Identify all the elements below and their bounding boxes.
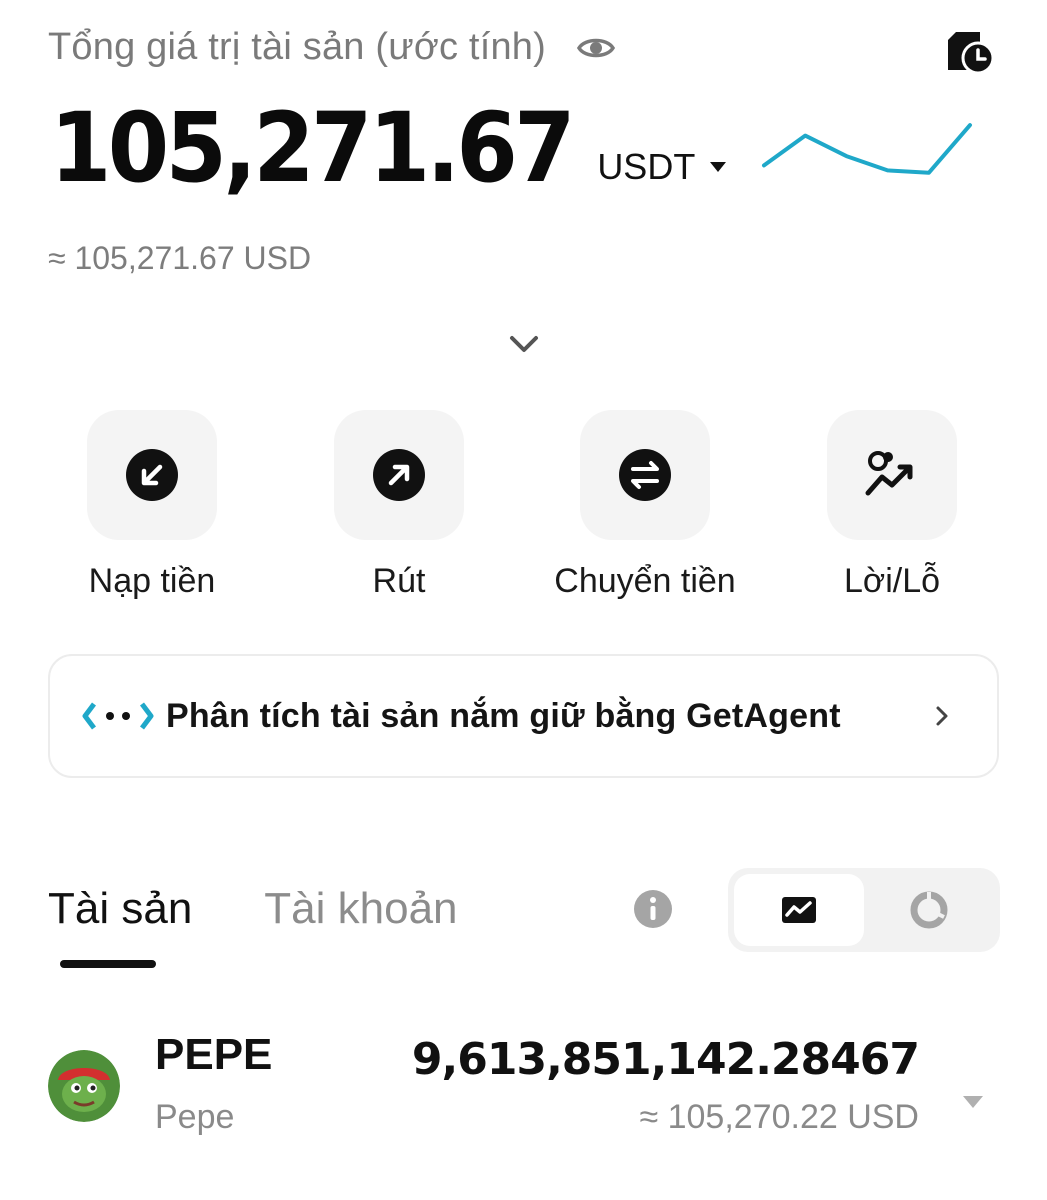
- list-item[interactable]: PEPE Pepe 9,613,851,142.28467 ≈ 105,270.…: [0, 1020, 1047, 1160]
- history-clock-icon[interactable]: [942, 28, 996, 76]
- pie-chart-icon: [910, 891, 948, 929]
- deposit-icon: [126, 449, 178, 501]
- getagent-banner[interactable]: Phân tích tài sản nắm giữ bằng GetAgent: [48, 654, 999, 778]
- withdraw-label: Rút: [372, 562, 426, 600]
- trend-chart-icon: [782, 897, 816, 923]
- transfer-label: Chuyển tiền: [554, 562, 736, 600]
- withdraw-button[interactable]: Rút: [279, 410, 519, 601]
- eye-icon[interactable]: [576, 28, 616, 68]
- approx-usd-value: ≈ 105,271.67 USD: [48, 240, 312, 276]
- asset-name: Pepe: [155, 1098, 235, 1136]
- withdraw-tile[interactable]: [334, 410, 464, 540]
- deposit-button[interactable]: Nạp tiền: [32, 410, 272, 601]
- profit-loss-icon: [865, 451, 913, 496]
- profit-loss-button[interactable]: Lời/Lỗ: [772, 410, 1012, 601]
- transfer-icon: [619, 449, 671, 501]
- pie-view-option[interactable]: [864, 874, 994, 946]
- asset-symbol: PEPE: [155, 1030, 273, 1079]
- withdraw-icon: [373, 449, 425, 501]
- balance-sparkline[interactable]: [760, 118, 974, 188]
- tab-accounts[interactable]: Tài khoản: [264, 884, 457, 934]
- getagent-text: Phân tích tài sản nắm giữ bằng GetAgent: [166, 696, 841, 735]
- asset-amount: 9,613,851,142.28467: [411, 1034, 920, 1085]
- info-icon[interactable]: [632, 888, 674, 930]
- chevron-right-icon: [936, 706, 948, 726]
- currency-label: USDT: [597, 146, 696, 187]
- currency-selector[interactable]: USDT: [597, 146, 727, 188]
- total-assets-title: Tổng giá trị tài sản (ước tính): [48, 26, 546, 68]
- deposit-label: Nạp tiền: [88, 562, 216, 600]
- balance-row: 105,271.67 USDT: [50, 100, 727, 196]
- transfer-button[interactable]: Chuyển tiền: [525, 410, 765, 601]
- total-balance-value: 105,271.67: [50, 92, 576, 204]
- getagent-logo-icon: [82, 702, 154, 730]
- transfer-tile[interactable]: [580, 410, 710, 540]
- profit-loss-label: Lời/Lỗ: [843, 562, 941, 600]
- deposit-tile[interactable]: [87, 410, 217, 540]
- total-assets-header: Tổng giá trị tài sản (ước tính): [48, 26, 616, 69]
- asset-usd-value: ≈ 105,270.22 USD: [639, 1098, 919, 1136]
- active-tab-indicator: [60, 960, 156, 968]
- pepe-avatar: [48, 1050, 120, 1122]
- caret-down-icon[interactable]: [962, 1095, 984, 1109]
- tab-assets[interactable]: Tài sản: [48, 884, 192, 934]
- asset-tabs: Tài sản Tài khoản: [48, 884, 458, 934]
- profit-loss-tile[interactable]: [827, 410, 957, 540]
- quick-actions: Nạp tiền Rút Chuyển tiền Lời/Lỗ: [0, 410, 1047, 610]
- chevron-down-icon[interactable]: [508, 334, 540, 356]
- view-toggle: [728, 868, 1000, 952]
- caret-down-icon: [710, 162, 727, 172]
- trend-view-option[interactable]: [734, 874, 864, 946]
